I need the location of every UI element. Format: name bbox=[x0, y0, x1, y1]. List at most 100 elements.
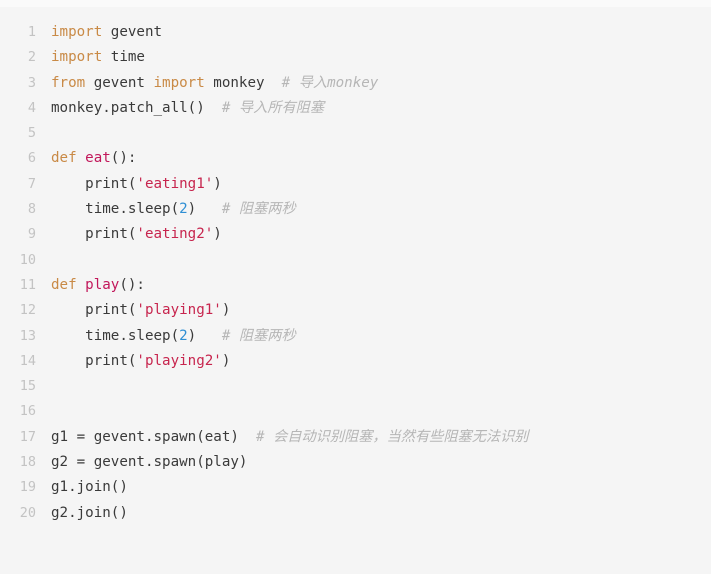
line-number: 2 bbox=[27, 49, 36, 66]
token-plain: time.sleep( bbox=[51, 327, 180, 344]
code-line-text: g1 = gevent.spawn(eat) # 会自动识别阻塞，当然有些阻塞无… bbox=[36, 425, 528, 450]
code-line[interactable]: 10 bbox=[0, 248, 711, 273]
token-plain: ) bbox=[221, 352, 231, 369]
token-kw: def bbox=[51, 276, 77, 293]
code-lines-container: 1 import gevent 2 import time 3 from gevent i… bbox=[0, 20, 711, 526]
line-number: 12 bbox=[19, 302, 36, 319]
line-number: 18 bbox=[19, 454, 36, 471]
token-plain: (): bbox=[110, 150, 137, 167]
code-line[interactable]: 19 g1.join() bbox=[0, 475, 711, 500]
code-line[interactable]: 7 print('eating1') bbox=[0, 172, 711, 197]
code-line[interactable]: 15 bbox=[0, 374, 711, 399]
token-plain: time bbox=[102, 49, 145, 66]
token-kw: import bbox=[51, 49, 103, 66]
line-number: 15 bbox=[19, 378, 36, 395]
token-plain: ) bbox=[213, 226, 222, 243]
token-fn: play bbox=[85, 276, 120, 293]
token-str: 'playing1' bbox=[136, 302, 222, 319]
code-line[interactable]: 5 bbox=[0, 121, 711, 146]
code-line[interactable]: 11 def play(): bbox=[0, 273, 711, 298]
line-number: 11 bbox=[19, 276, 36, 293]
code-block[interactable]: 1 import gevent 2 import time 3 from gevent i… bbox=[0, 0, 711, 574]
token-plain: gevent bbox=[102, 24, 163, 40]
token-plain: ) bbox=[187, 327, 222, 344]
code-line[interactable]: 2 import time bbox=[0, 45, 711, 70]
token-plain: monkey.patch_all() bbox=[51, 99, 222, 116]
token-kw: def bbox=[51, 150, 77, 167]
code-line[interactable]: 1 import gevent bbox=[0, 20, 711, 45]
token-plain: print( bbox=[51, 302, 137, 319]
token-kw: from bbox=[51, 74, 86, 91]
token-str: 'eating2' bbox=[136, 226, 214, 243]
code-line[interactable]: 9 print('eating2') bbox=[0, 222, 711, 247]
code-line-text: from gevent import monkey # 导入monkey bbox=[36, 71, 378, 96]
token-plain: ) bbox=[213, 175, 222, 192]
code-line-text: monkey.patch_all() # 导入所有阻塞 bbox=[36, 96, 324, 121]
code-line[interactable]: 18 g2 = gevent.spawn(play) bbox=[0, 450, 711, 475]
line-number: 8 bbox=[27, 201, 36, 218]
code-line-text: print('playing2') bbox=[36, 349, 230, 374]
line-number: 3 bbox=[27, 74, 36, 91]
line-number: 17 bbox=[19, 428, 36, 445]
code-line-text: import time bbox=[36, 45, 145, 70]
code-line-text: def play(): bbox=[36, 273, 145, 298]
token-plain: print( bbox=[51, 175, 137, 192]
token-str: 'playing2' bbox=[136, 352, 222, 369]
line-number: 5 bbox=[27, 125, 36, 142]
token-plain: gevent bbox=[85, 74, 154, 91]
code-line-text: time.sleep(2) # 阻塞两秒 bbox=[36, 197, 296, 222]
line-number: 20 bbox=[19, 504, 36, 521]
code-line-text: print('playing1') bbox=[36, 298, 230, 323]
line-number: 16 bbox=[19, 403, 36, 420]
token-num: 2 bbox=[179, 201, 188, 218]
code-line[interactable]: 17 g1 = gevent.spawn(eat) # 会自动识别阻塞，当然有些阻… bbox=[0, 425, 711, 450]
token-plain: ) bbox=[221, 302, 231, 319]
token-comment: # 导入所有阻塞 bbox=[221, 99, 325, 116]
line-number: 7 bbox=[27, 175, 36, 192]
code-line-text: g2.join() bbox=[36, 501, 128, 526]
token-comment: # 阻塞两秒 bbox=[221, 201, 296, 218]
code-line[interactable]: 14 print('playing2') bbox=[0, 349, 711, 374]
token-fn: eat bbox=[85, 150, 111, 167]
token-kw: import bbox=[51, 24, 103, 40]
line-number: 14 bbox=[19, 352, 36, 369]
token-comment: # 导入monkey bbox=[281, 74, 379, 91]
line-number: 13 bbox=[19, 327, 36, 344]
code-line[interactable]: 3 from gevent import monkey # 导入monkey bbox=[0, 71, 711, 96]
code-line[interactable]: 13 time.sleep(2) # 阻塞两秒 bbox=[0, 324, 711, 349]
token-str: 'eating1' bbox=[136, 175, 214, 192]
token-plain: g1 = gevent.spawn(eat) bbox=[51, 428, 256, 445]
code-line-text: g1.join() bbox=[36, 475, 128, 500]
code-line-text: g2 = gevent.spawn(play) bbox=[36, 450, 247, 475]
token-plain: g2.join() bbox=[51, 504, 128, 521]
code-line-text: import gevent bbox=[36, 20, 162, 45]
line-number: 9 bbox=[27, 226, 36, 243]
code-line[interactable]: 16 bbox=[0, 399, 711, 424]
line-number: 6 bbox=[27, 150, 36, 167]
line-number: 4 bbox=[27, 99, 36, 116]
code-line-text: def eat(): bbox=[36, 146, 136, 171]
token-plain: (): bbox=[119, 276, 145, 293]
token-plain: g1.join() bbox=[51, 479, 128, 496]
code-line[interactable]: 8 time.sleep(2) # 阻塞两秒 bbox=[0, 197, 711, 222]
token-plain: monkey bbox=[204, 74, 282, 91]
token-plain: time.sleep( bbox=[51, 201, 180, 218]
code-line[interactable]: 4 monkey.patch_all() # 导入所有阻塞 bbox=[0, 96, 711, 121]
token-kw: import bbox=[153, 74, 205, 91]
token-comment: # 会自动识别阻塞，当然有些阻塞无法识别 bbox=[256, 428, 529, 445]
token-plain: g2 = gevent.spawn(play) bbox=[51, 454, 248, 471]
token-comment: # 阻塞两秒 bbox=[221, 327, 296, 344]
line-number: 1 bbox=[27, 24, 36, 40]
code-line-text: print('eating1') bbox=[36, 172, 222, 197]
token-plain: print( bbox=[51, 226, 137, 243]
code-line[interactable]: 12 print('playing1') bbox=[0, 298, 711, 323]
code-line-text: print('eating2') bbox=[36, 222, 222, 247]
token-num: 2 bbox=[179, 327, 188, 344]
code-line-text: time.sleep(2) # 阻塞两秒 bbox=[36, 324, 296, 349]
token-plain: print( bbox=[51, 352, 137, 369]
code-line[interactable]: 20 g2.join() bbox=[0, 501, 711, 526]
code-line[interactable]: 6 def eat(): bbox=[0, 146, 711, 171]
line-number: 19 bbox=[19, 479, 36, 496]
